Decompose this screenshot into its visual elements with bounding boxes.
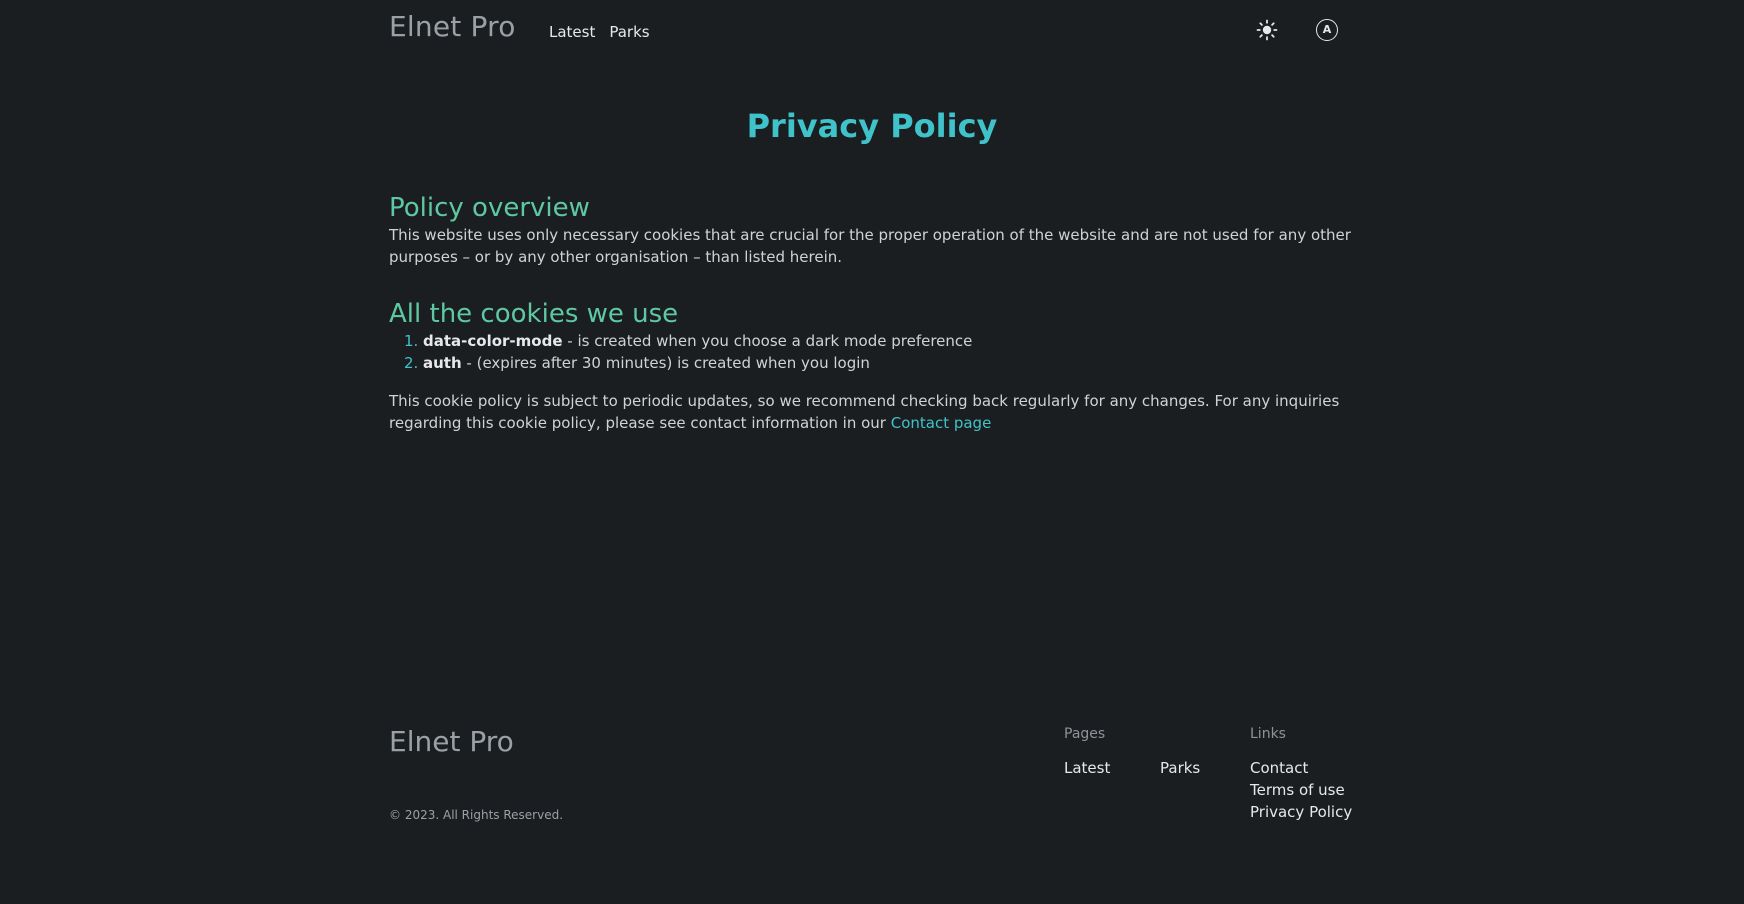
site-header: Elnet Pro Latest Parks A xyxy=(389,0,1355,62)
cookie-name: auth xyxy=(423,354,462,372)
footer-link-latest[interactable]: Latest xyxy=(1064,759,1110,777)
header-logo[interactable]: Elnet Pro xyxy=(389,10,516,43)
nav-parks[interactable]: Parks xyxy=(609,23,649,41)
cookies-heading: All the cookies we use xyxy=(389,299,679,329)
footer-link-parks[interactable]: Parks xyxy=(1160,759,1200,777)
copyright: © 2023. All Rights Reserved. xyxy=(389,808,564,822)
footer-link-privacy[interactable]: Privacy Policy xyxy=(1250,803,1352,821)
cookie-description: - is created when you choose a dark mode… xyxy=(562,332,973,350)
cookie-item: 2. auth - (expires after 30 minutes) is c… xyxy=(389,352,1355,374)
cookie-name: data-color-mode xyxy=(423,332,563,350)
policy-overview-text: This website uses only necessary cookies… xyxy=(389,226,1351,266)
page: Elnet Pro Latest Parks A Privacy Policy … xyxy=(0,0,1744,904)
nav-latest[interactable]: Latest xyxy=(549,23,595,41)
site-footer: Elnet Pro © 2023. All Rights Reserved. P… xyxy=(389,715,1355,835)
footer-link-terms[interactable]: Terms of use xyxy=(1250,781,1345,799)
closing-text-body: This cookie policy is subject to periodi… xyxy=(389,392,1340,432)
cookie-number: 1. xyxy=(404,332,419,350)
page-title: Privacy Policy xyxy=(746,107,998,145)
sun-icon[interactable] xyxy=(1255,18,1279,42)
footer-logo[interactable]: Elnet Pro xyxy=(389,725,514,758)
main-nav: Latest Parks xyxy=(549,23,650,41)
footer-link-contact[interactable]: Contact xyxy=(1250,759,1308,777)
policy-overview-heading: Policy overview xyxy=(389,193,590,223)
contact-page-link[interactable]: Contact page xyxy=(891,414,992,432)
cookie-description: - (expires after 30 minutes) is created … xyxy=(461,354,870,372)
cookie-list: 1. data-color-mode - is created when you … xyxy=(389,330,1355,374)
main-content: Privacy Policy Policy overview This webs… xyxy=(389,100,1355,434)
account-icon[interactable]: A xyxy=(1316,19,1338,41)
cookie-number: 2. xyxy=(404,354,419,372)
footer-links-title: Links xyxy=(1250,726,1286,742)
closing-text: This cookie policy is subject to periodi… xyxy=(389,390,1355,434)
cookie-item: 1. data-color-mode - is created when you … xyxy=(389,330,1355,352)
footer-pages-title: Pages xyxy=(1064,726,1106,742)
